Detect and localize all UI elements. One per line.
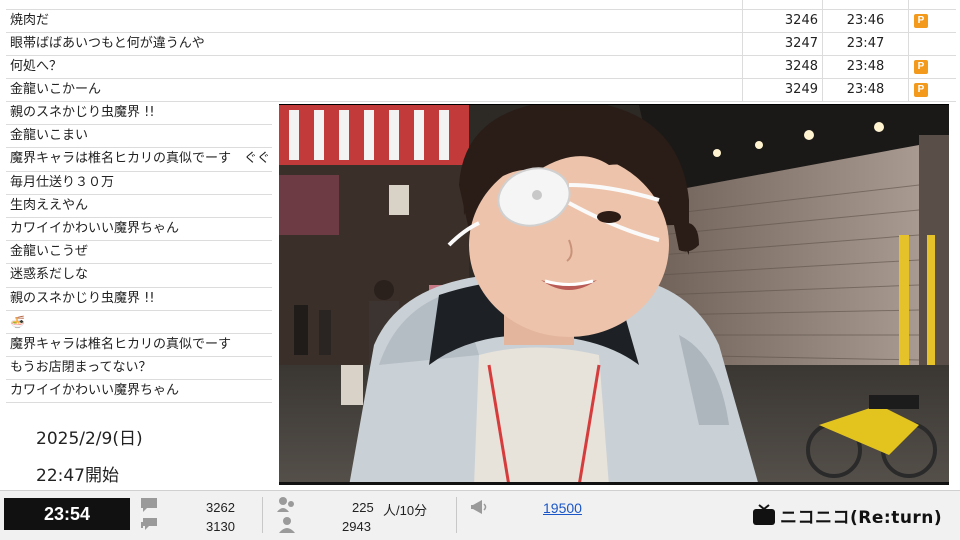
status-bar: 23:54 3262 3130 225 人/10分 2943 19500 ニコニ… [0,490,960,540]
list-item[interactable]: 金龍いこまい [6,125,272,149]
current-time: 23:54 [4,498,130,530]
viewer-rate-unit: 人/10分 [383,503,428,518]
video-player[interactable] [279,104,949,485]
table-row[interactable]: 金龍いこかーん 3249 23:48 P [6,79,956,102]
viewer-rate-value: 225 [352,500,374,515]
comment-bubble-icon [141,498,157,512]
list-item[interactable]: 親のスネかじり虫魔界 !! [6,288,272,311]
premium-badge-icon: P [914,14,928,28]
comment-number: 3246 [742,10,822,33]
broadcast-date: 2025/2/9(日) [36,429,143,449]
premium-badge-icon: P [914,60,928,74]
viewer-icon [279,517,295,533]
comment-text: 焼肉だ [10,13,50,28]
list-item[interactable]: 毎月仕送り３０万 [6,172,272,195]
comment-number: 3249 [742,79,822,102]
comment-time: 23:47 [822,33,908,56]
list-item[interactable]: 金龍いこうぜ [6,241,272,265]
comment-text: 何処へ？ [10,59,63,74]
comment-time: 23:46 [822,10,908,33]
table-row-partial [6,0,956,10]
comment-text: 眼帯ばばあいつもと何が違うんや [10,36,205,51]
comment-time: 23:48 [822,56,908,79]
comment-count-secondary: 3130 [206,519,235,534]
list-item[interactable]: カワイイかわいい魔界ちゃん [6,380,272,404]
list-item[interactable]: もうお店閉まってない？ [6,357,272,381]
comment-count: 3262 [206,500,235,515]
comment-time: 23:48 [822,79,908,102]
table-row[interactable]: 何処へ？ 3248 23:48 P [6,56,956,79]
comment-number: 3248 [742,56,822,79]
table-row[interactable]: 眼帯ばばあいつもと何が違うんや 3247 23:47 [6,33,956,56]
list-item[interactable]: 魔界キャラは椎名ヒカリの真似でーす ぐぐって [6,148,272,172]
list-item[interactable]: カワイイかわいい魔界ちゃん [6,218,272,242]
tv-icon [753,504,775,525]
table-row[interactable]: 焼肉だ 3246 23:46 P [6,10,956,33]
premium-badge-icon: P [914,83,928,97]
megaphone-icon [471,500,487,514]
divider [262,497,263,533]
comment-bubbles-icon [141,518,157,530]
comment-number: 3247 [742,33,822,56]
comment-list: 親のスネかじり虫魔界 !! 金龍いこまい 魔界キャラは椎名ヒカリの真似でーす ぐ… [6,102,272,404]
viewers-rate-icon [277,497,294,512]
brand-name: ニコニコ(Re:turn) [780,508,943,528]
divider [456,497,457,533]
list-item[interactable]: 迷惑系だしな [6,264,272,288]
list-item[interactable]: 生肉ええやん [6,195,272,218]
list-item[interactable]: 🍜 [6,311,272,334]
broadcast-start-time: 22:47開始 [36,466,119,486]
ad-points-link[interactable]: 19500 [543,500,582,516]
comment-table: 焼肉だ 3246 23:46 P 眼帯ばばあいつもと何が違うんや 3247 23… [0,0,960,102]
viewer-total: 2943 [342,519,371,534]
list-item[interactable]: 魔界キャラは椎名ヒカリの真似でーす [6,334,272,358]
list-item[interactable]: 親のスネかじり虫魔界 !! [6,102,272,126]
video-frame-image [279,105,949,482]
comment-text: 金龍いこかーん [10,82,102,97]
